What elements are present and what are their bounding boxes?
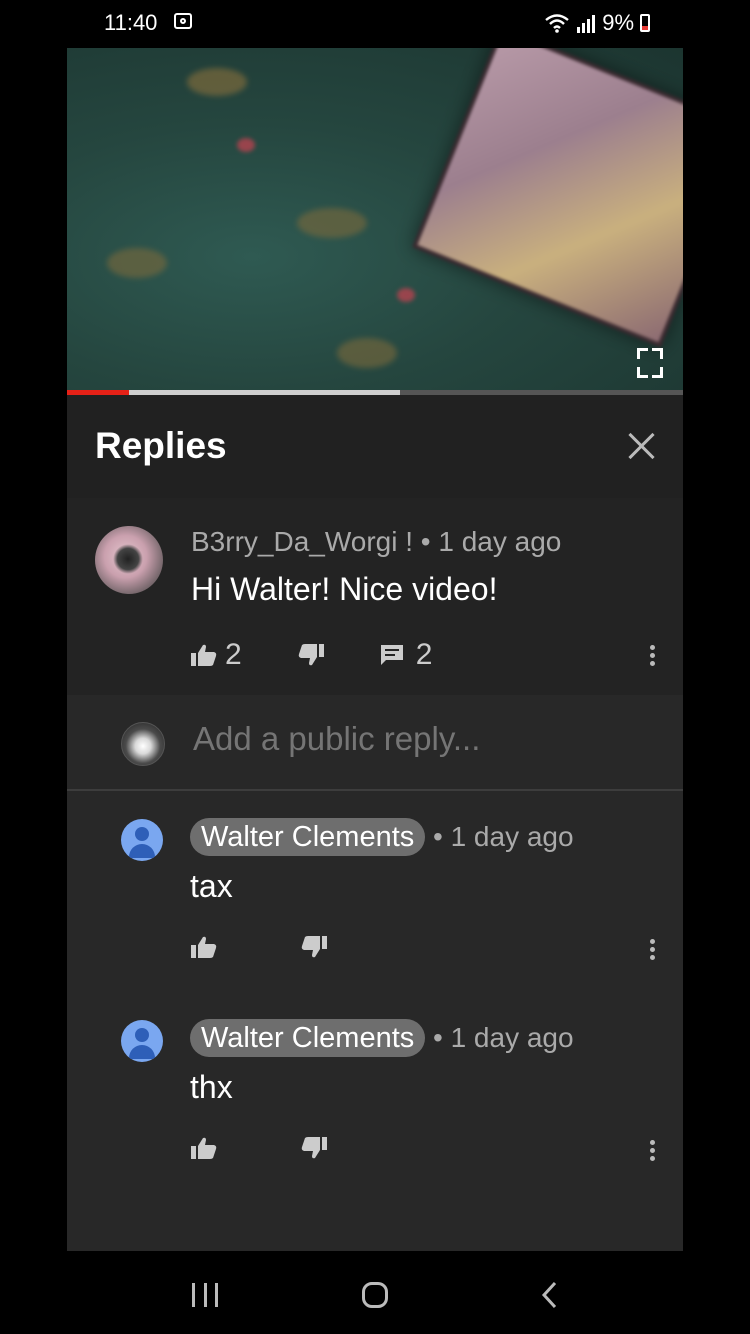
panel-title: Replies [95, 425, 227, 466]
video-frame-detail [337, 338, 397, 368]
back-icon[interactable] [540, 1281, 560, 1309]
home-icon[interactable] [362, 1282, 388, 1308]
more-options-icon[interactable] [648, 936, 656, 964]
thumbs-up-icon[interactable] [191, 643, 217, 667]
thumbs-down-icon[interactable] [301, 1136, 327, 1160]
recents-icon[interactable] [192, 1283, 218, 1307]
reply-timestamp: • 1 day ago [433, 821, 574, 852]
wifi-icon [545, 14, 569, 33]
status-time: 11:40 [104, 10, 158, 35]
parent-comment: B3rry_Da_Worgi ! • 1 day ago Hi Walter! … [67, 498, 683, 695]
reply-count: 2 [415, 638, 433, 671]
reply-timestamp: • 1 day ago [433, 1022, 574, 1053]
video-frame-detail [187, 68, 247, 96]
close-icon[interactable] [626, 431, 656, 461]
avatar[interactable] [121, 1020, 163, 1062]
signal-icon [577, 15, 596, 33]
video-frame-detail [107, 248, 167, 278]
author-chip[interactable]: Walter Clements [190, 818, 426, 856]
avatar[interactable] [95, 526, 163, 594]
navigation-bar [0, 1251, 750, 1334]
reply-item: Walter Clements • 1 day ago thx [67, 992, 683, 1192]
panel-header: Replies [67, 395, 683, 498]
more-options-icon[interactable] [648, 1137, 656, 1165]
status-bar: 11:40 9% [0, 0, 750, 48]
reply-text: thx [190, 1069, 233, 1105]
battery-percent: 9% [602, 10, 634, 35]
status-indicators: 9% [544, 10, 650, 36]
reply-actions [191, 1136, 327, 1160]
video-player[interactable] [67, 48, 683, 396]
fullscreen-icon[interactable] [637, 348, 663, 378]
reply-text: tax [190, 868, 233, 904]
reply-actions [191, 935, 327, 959]
thumbs-down-icon[interactable] [301, 935, 327, 959]
more-options-icon[interactable] [648, 642, 656, 670]
battery-low-icon [640, 14, 650, 32]
video-frame-detail [397, 288, 415, 302]
replies-panel: Replies B3rry_Da_Worgi ! • 1 day ago Hi … [67, 395, 683, 1251]
thumbs-up-icon[interactable] [191, 935, 217, 959]
thumbs-down-icon[interactable] [298, 643, 324, 667]
comment-author-meta: B3rry_Da_Worgi ! • 1 day ago [191, 526, 562, 557]
avatar [121, 722, 165, 766]
video-frame-detail [237, 138, 255, 152]
author-chip[interactable]: Walter Clements [190, 1019, 426, 1057]
video-frame-detail [297, 208, 367, 238]
reply-box [67, 695, 683, 791]
reply-input[interactable] [191, 719, 655, 759]
thumbs-up-icon[interactable] [191, 1136, 217, 1160]
reply-icon[interactable] [380, 644, 404, 666]
like-count: 2 [225, 638, 242, 671]
video-frame-game-box [412, 48, 683, 348]
comment-text: Hi Walter! Nice video! [191, 571, 498, 607]
screenshot-icon [174, 13, 192, 29]
reply-item: Walter Clements • 1 day ago tax [67, 791, 683, 991]
comment-actions: 2 2 [191, 638, 432, 672]
avatar[interactable] [121, 819, 163, 861]
